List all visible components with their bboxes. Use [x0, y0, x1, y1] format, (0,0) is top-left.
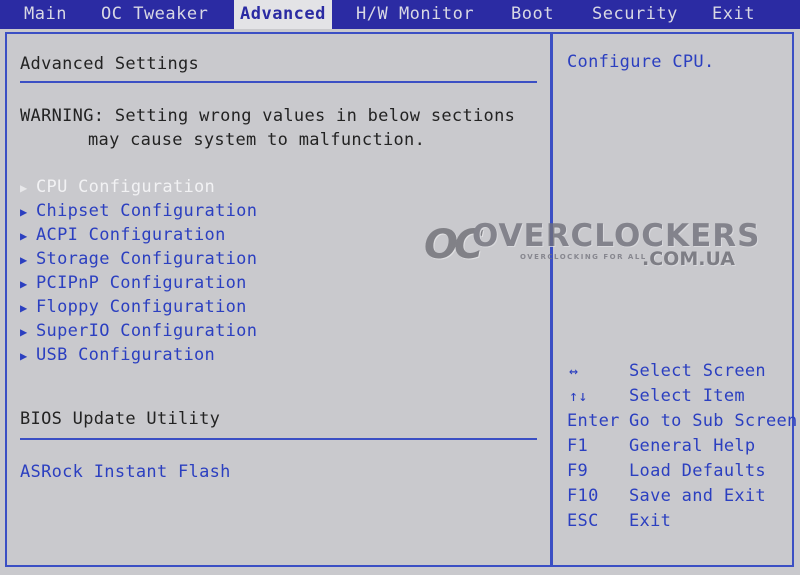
- key-cap: F1: [567, 436, 589, 456]
- menu-item-storage-configuration[interactable]: ▶ Storage Configuration: [20, 248, 257, 270]
- tab-advanced[interactable]: Advanced: [234, 0, 332, 29]
- key-legend-row: F1 General Help: [553, 434, 796, 459]
- menu-item-label: PCIPnP Configuration: [36, 273, 247, 293]
- tab-exit[interactable]: Exit: [706, 0, 761, 29]
- key-action-label: Exit: [629, 511, 672, 531]
- key-action-label: Save and Exit: [629, 486, 766, 506]
- chevron-right-icon: ▶: [20, 301, 28, 315]
- key-legend-row: ↔ Select Screen: [553, 359, 796, 384]
- menu-item-label: SuperIO Configuration: [36, 321, 258, 341]
- menu-item-label: USB Configuration: [36, 345, 216, 365]
- chevron-right-icon: ▶: [20, 229, 28, 243]
- key-action-label: Select Item: [629, 386, 745, 406]
- chevron-right-icon: ▶: [20, 253, 28, 267]
- key-legend-row: Enter Go to Sub Screen: [553, 409, 798, 434]
- tab-boot[interactable]: Boot: [505, 0, 560, 29]
- bios-setup-screen: Main OC Tweaker Advanced H/W Monitor Boot Sec…: [0, 0, 800, 575]
- help-description: Configure CPU.: [567, 52, 715, 72]
- chevron-right-icon: ▶: [20, 349, 28, 363]
- main-menu-tabbar: Main OC Tweaker Advanced H/W Monitor Boot Sec…: [0, 0, 800, 29]
- warning-line-2: may cause system to malfunction.: [88, 130, 426, 150]
- key-action-label: Go to Sub Screen: [629, 411, 798, 431]
- menu-item-cpu-configuration[interactable]: ▶ CPU Configuration: [20, 176, 215, 198]
- key-action-label: Select Screen: [629, 361, 766, 381]
- key-legend-row: F10 Save and Exit: [553, 484, 796, 509]
- utility-divider: [20, 438, 537, 440]
- key-cap: ESC: [567, 511, 599, 531]
- tab-h-w-monitor[interactable]: H/W Monitor: [350, 0, 480, 29]
- chevron-right-icon: ▶: [20, 205, 28, 219]
- warning-line-1: WARNING: Setting wrong values in below s…: [20, 106, 516, 126]
- key-cap: ↑↓: [569, 387, 588, 405]
- key-action-label: Load Defaults: [629, 461, 766, 481]
- key-cap: F10: [567, 486, 599, 506]
- key-legend-row: ↑↓ Select Item: [553, 384, 796, 409]
- key-cap: F9: [567, 461, 589, 481]
- menu-item-chipset-configuration[interactable]: ▶ Chipset Configuration: [20, 200, 257, 222]
- menu-item-floppy-configuration[interactable]: ▶ Floppy Configuration: [20, 296, 247, 318]
- bios-update-utility-title: BIOS Update Utility: [20, 409, 221, 429]
- menu-item-label: Chipset Configuration: [36, 201, 258, 221]
- menu-item-superio-configuration[interactable]: ▶ SuperIO Configuration: [20, 320, 257, 342]
- content-frame: Advanced Settings WARNING: Setting wrong…: [5, 32, 798, 567]
- chevron-right-icon: ▶: [20, 181, 28, 195]
- chevron-right-icon: ▶: [20, 325, 28, 339]
- key-cap: Enter: [567, 411, 620, 431]
- menu-item-label: Storage Configuration: [36, 249, 258, 269]
- key-legend-row: ESC Exit: [553, 509, 796, 534]
- page-title: Advanced Settings: [20, 54, 200, 74]
- key-cap: ↔: [569, 362, 579, 380]
- title-divider: [20, 81, 537, 83]
- asrock-instant-flash-link[interactable]: ASRock Instant Flash: [20, 462, 231, 482]
- settings-panel: Advanced Settings WARNING: Setting wrong…: [7, 34, 550, 565]
- key-legend-row: F9 Load Defaults: [553, 459, 796, 484]
- tab-security[interactable]: Security: [586, 0, 684, 29]
- menu-item-pcipnp-configuration[interactable]: ▶ PCIPnP Configuration: [20, 272, 247, 294]
- menu-item-label: CPU Configuration: [36, 177, 216, 197]
- key-action-label: General Help: [629, 436, 756, 456]
- chevron-right-icon: ▶: [20, 277, 28, 291]
- menu-item-acpi-configuration[interactable]: ▶ ACPI Configuration: [20, 224, 226, 246]
- help-panel: Configure CPU. ↔ Select Screen ↑↓ Select It…: [553, 34, 798, 565]
- menu-item-usb-configuration[interactable]: ▶ USB Configuration: [20, 344, 215, 366]
- menu-item-label: Floppy Configuration: [36, 297, 247, 317]
- tab-main[interactable]: Main: [18, 0, 73, 29]
- tab-oc-tweaker[interactable]: OC Tweaker: [95, 0, 214, 29]
- menu-item-label: ACPI Configuration: [36, 225, 226, 245]
